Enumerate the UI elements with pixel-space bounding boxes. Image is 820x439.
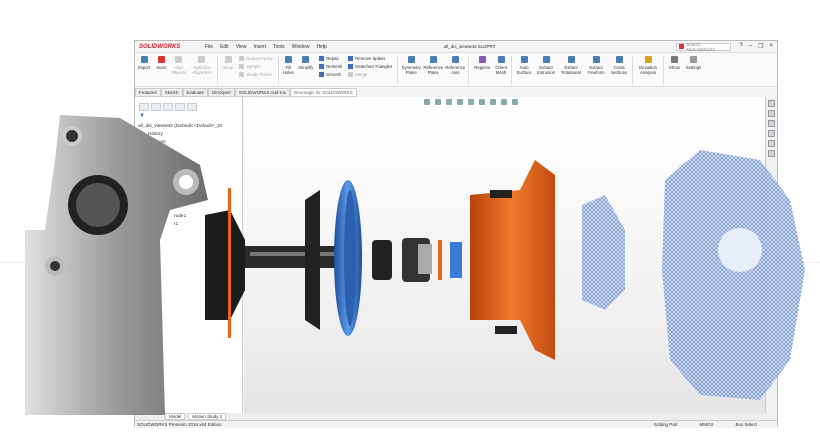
orange-center-housing (470, 160, 555, 360)
blue-backplate (334, 180, 362, 336)
turbine-wheel (205, 188, 335, 338)
bearing-parts (372, 238, 462, 282)
mesh-turbine-housing (662, 150, 805, 400)
gray-compressor-housing (25, 115, 208, 415)
exploded-turbo-render (25, 115, 805, 415)
mesh-compressor-wheel (582, 195, 625, 310)
